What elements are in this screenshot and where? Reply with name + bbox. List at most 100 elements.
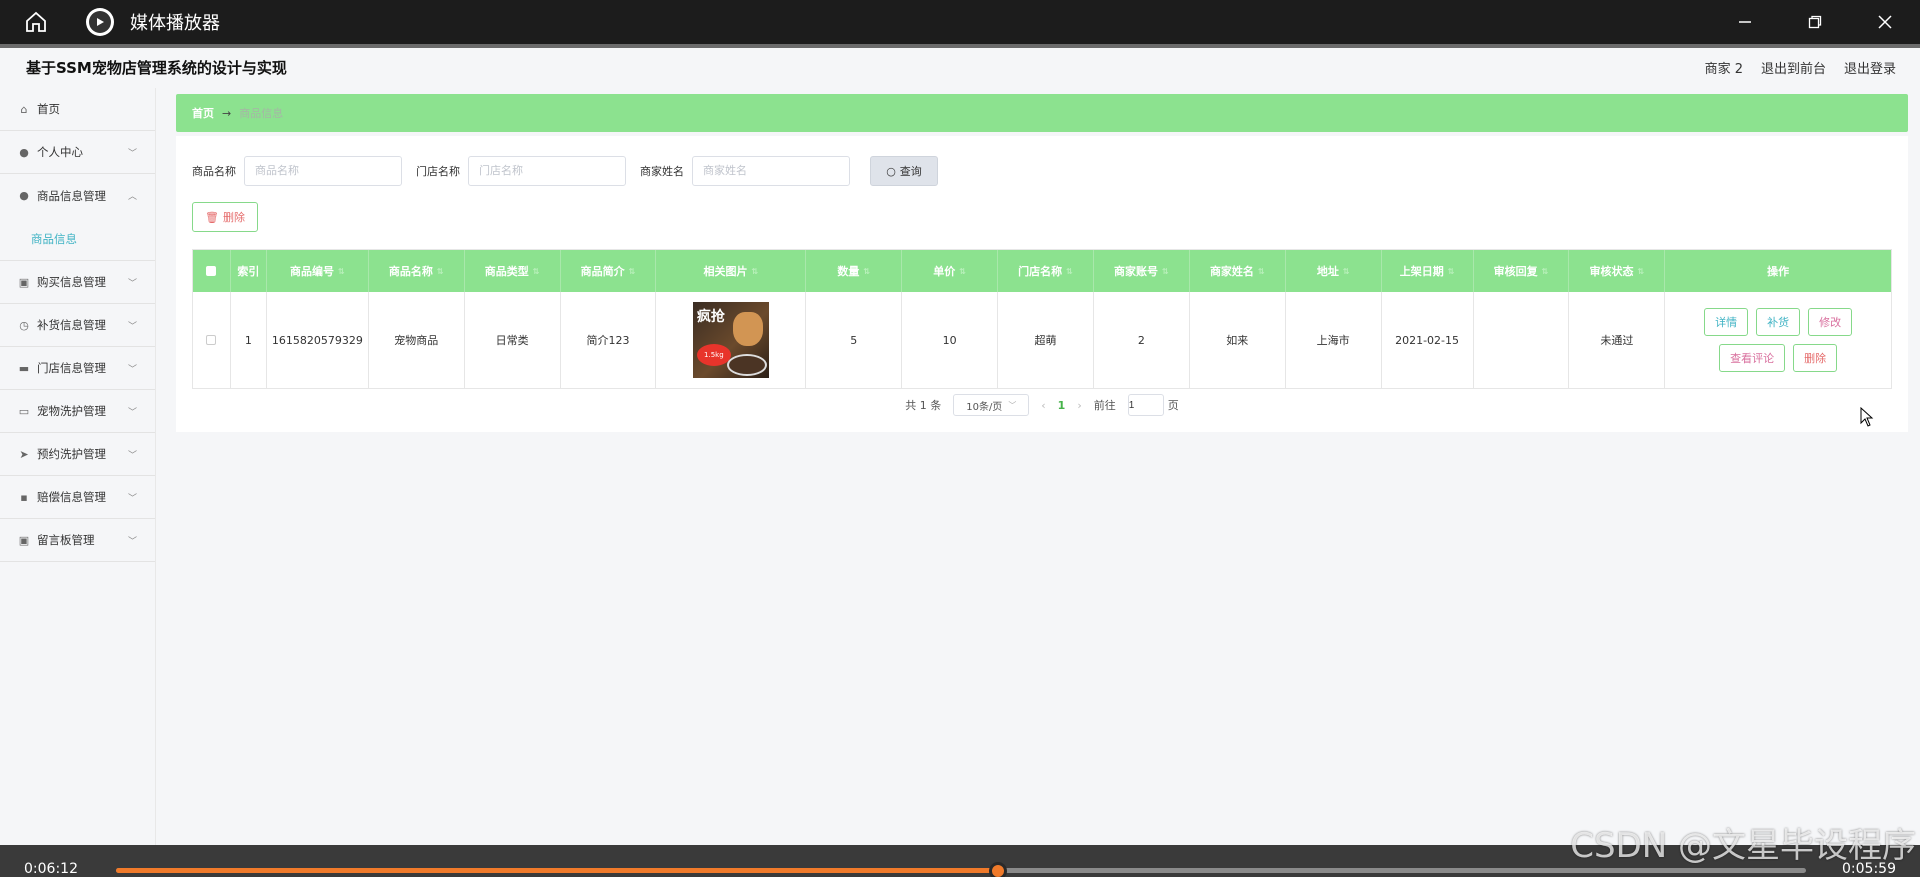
- detail-button[interactable]: 详情: [1704, 308, 1749, 336]
- restore-icon: [1808, 15, 1822, 29]
- user-icon: ●: [19, 145, 29, 159]
- maximize-button[interactable]: [1780, 0, 1850, 44]
- progress-thumb[interactable]: [989, 862, 1008, 877]
- cell-merchant-account: 2: [1094, 292, 1190, 388]
- sidebar-item-appointments[interactable]: ➤ 预约洗护管理 ﹀: [0, 433, 155, 476]
- breadcrumb-home[interactable]: 首页: [192, 105, 214, 121]
- col-address[interactable]: 地址 ⇅: [1286, 250, 1382, 292]
- row-delete-button[interactable]: 删除: [1793, 344, 1838, 372]
- sidebar-item-purchases[interactable]: ▣ 购买信息管理 ﹀: [0, 261, 155, 304]
- search-icon: ○: [886, 164, 896, 178]
- edit-button[interactable]: 修改: [1808, 308, 1853, 336]
- page-suffix: 页: [1167, 399, 1179, 412]
- col-qty[interactable]: 数量 ⇅: [806, 250, 903, 292]
- col-image[interactable]: 相关图片 ⇅: [656, 250, 807, 292]
- product-table: 索引 商品编号 ⇅ 商品名称 ⇅ 商品类型 ⇅ 商品简介 ⇅ 相关图片 ⇅ 数量 ⇅ 单价 ⇅…: [192, 249, 1892, 389]
- col-date[interactable]: 上架日期 ⇅: [1382, 250, 1474, 292]
- col-store[interactable]: 门店名称 ⇅: [998, 250, 1094, 292]
- chevron-down-icon: ﹀: [127, 364, 137, 375]
- product-name-label: 商品名称: [192, 165, 236, 178]
- sidebar-subitem-product-info[interactable]: 商品信息: [0, 217, 155, 261]
- clipboard-icon: ▣: [18, 275, 30, 289]
- home-icon: ⌂: [20, 102, 28, 116]
- store-name-input[interactable]: [468, 156, 626, 186]
- col-reply[interactable]: 审核回复 ⇅: [1474, 250, 1570, 292]
- cell-qty: 5: [806, 292, 903, 388]
- sidebar-item-restock[interactable]: ◷ 补货信息管理 ﹀: [0, 304, 155, 347]
- play-icon: [97, 18, 104, 26]
- col-status[interactable]: 审核状态 ⇅: [1569, 250, 1666, 292]
- merchant-name-input[interactable]: [692, 156, 850, 186]
- progress-bar[interactable]: [116, 862, 1806, 877]
- sidebar-item-messages[interactable]: ▣ 留言板管理 ﹀: [0, 519, 155, 562]
- clipboard-icon: ▣: [18, 533, 30, 547]
- chevron-down-icon: ﹀: [127, 407, 137, 418]
- watermark: CSDN @文星毕设程序: [1570, 826, 1916, 866]
- card-icon: ▭: [18, 404, 30, 418]
- chevron-down-icon: ﹀: [127, 450, 137, 461]
- col-index: 索引: [231, 250, 267, 292]
- product-name-input[interactable]: [244, 156, 402, 186]
- sidebar-item-compensation[interactable]: ▪ 赔偿信息管理 ﹀: [0, 476, 155, 519]
- cell-status: 未通过: [1569, 292, 1666, 388]
- cell-intro: 简介123: [561, 292, 657, 388]
- sidebar-item-stores[interactable]: ▬ 门店信息管理 ﹀: [0, 347, 155, 390]
- logout-link[interactable]: 退出登录: [1844, 58, 1896, 77]
- player-titlebar: 媒体播放器: [0, 0, 1920, 44]
- col-price[interactable]: 单价 ⇅: [902, 250, 999, 292]
- col-type[interactable]: 商品类型 ⇅: [465, 250, 561, 292]
- col-merchant-name[interactable]: 商家姓名 ⇅: [1190, 250, 1286, 292]
- search-button[interactable]: ○ 查询: [870, 156, 938, 186]
- select-all-checkbox[interactable]: [193, 250, 231, 292]
- sidebar-item-home[interactable]: ⌂ 首页: [0, 88, 155, 131]
- table-row: 1 1615820579329 宠物商品 日常类 简介123 疯抢 1.5kg …: [193, 292, 1891, 388]
- col-name[interactable]: 商品名称 ⇅: [369, 250, 465, 292]
- batch-delete-button[interactable]: 🗑 删除: [192, 202, 258, 232]
- cell-index: 1: [231, 292, 267, 388]
- chevron-down-icon: ﹀: [1008, 400, 1017, 410]
- minimize-button[interactable]: [1710, 0, 1780, 44]
- product-image[interactable]: 疯抢 1.5kg: [692, 302, 769, 378]
- product-image-badge: 1.5kg: [696, 344, 731, 366]
- goto-page-input[interactable]: [1127, 394, 1164, 416]
- back-to-front-link[interactable]: 退出到前台: [1761, 58, 1826, 77]
- breadcrumb-current: 商品信息: [239, 107, 284, 120]
- col-merchant-account[interactable]: 商家账号 ⇅: [1094, 250, 1190, 292]
- close-button[interactable]: [1850, 0, 1920, 44]
- time-elapsed: 0:06:12: [24, 861, 78, 877]
- prev-page-button[interactable]: ‹: [1041, 399, 1045, 412]
- chat-icon: ▬: [18, 361, 30, 375]
- breadcrumb: 首页 → 商品信息: [176, 94, 1908, 132]
- cell-image: 疯抢 1.5kg: [656, 292, 807, 388]
- cell-merchant-name: 如来: [1190, 292, 1286, 388]
- chevron-up-icon: ︿: [127, 192, 137, 202]
- table-header: 索引 商品编号 ⇅ 商品名称 ⇅ 商品类型 ⇅ 商品简介 ⇅ 相关图片 ⇅ 数量 ⇅ 单价 ⇅…: [193, 250, 1891, 292]
- home-icon: [26, 11, 46, 32]
- cell-type: 日常类: [465, 292, 561, 388]
- sidebar-item-products[interactable]: ● 商品信息管理 ︿: [0, 174, 155, 217]
- row-checkbox[interactable]: [193, 292, 231, 388]
- briefcase-icon: ▪: [20, 490, 28, 504]
- home-button[interactable]: [14, 0, 58, 44]
- page-size-select[interactable]: 10条/页 ﹀: [953, 394, 1030, 416]
- send-icon: ➤: [19, 447, 29, 461]
- player-title: 媒体播放器: [130, 13, 220, 34]
- progress-fill: [116, 868, 999, 873]
- sidebar-item-profile[interactable]: ● 个人中心 ﹀: [0, 131, 155, 174]
- sidebar: ⌂ 首页 ● 个人中心 ﹀ ● 商品信息管理 ︿ 商品信息 ▣ 购买信息管理 ﹀…: [0, 88, 156, 845]
- mouse-cursor-icon: [1860, 407, 1874, 427]
- col-code[interactable]: 商品编号 ⇅: [267, 250, 369, 292]
- view-reviews-button[interactable]: 查看评论: [1719, 344, 1786, 372]
- sidebar-item-pet-care[interactable]: ▭ 宠物洗护管理 ﹀: [0, 390, 155, 433]
- next-page-button[interactable]: ›: [1077, 399, 1081, 412]
- total-count: 共 1 条: [905, 399, 942, 412]
- restock-button[interactable]: 补货: [1756, 308, 1801, 336]
- chevron-down-icon: ﹀: [127, 536, 137, 547]
- app-title: 基于SSM宠物店管理系统的设计与实现: [26, 58, 287, 77]
- food-bowl-illustration: [726, 354, 767, 376]
- clock-icon: ◷: [19, 318, 29, 332]
- current-page[interactable]: 1: [1058, 399, 1066, 412]
- col-intro[interactable]: 商品简介 ⇅: [561, 250, 657, 292]
- trash-icon: 🗑: [205, 210, 219, 224]
- cell-name: 宠物商品: [369, 292, 465, 388]
